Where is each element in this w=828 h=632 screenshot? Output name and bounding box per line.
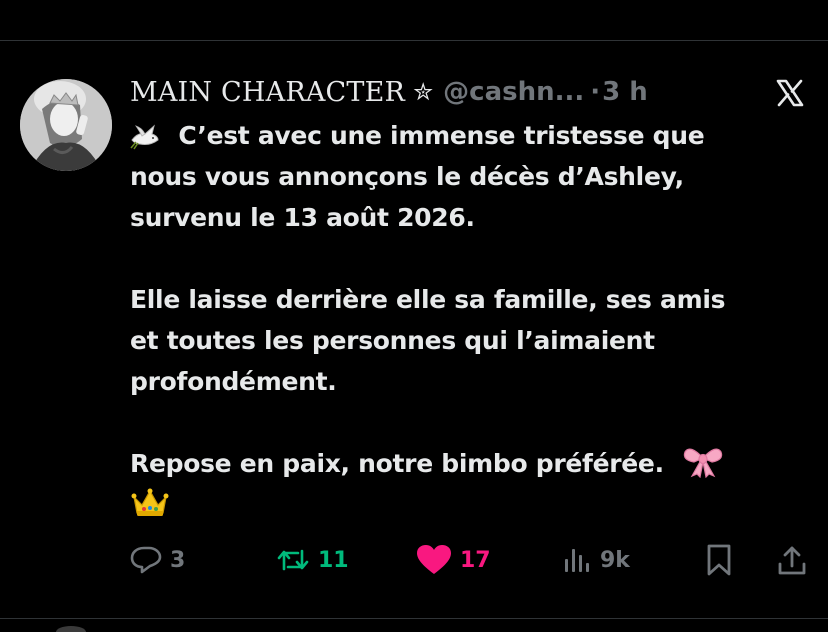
- next-post-avatar-peek: [56, 626, 86, 632]
- separator-dot: ·: [590, 77, 601, 107]
- post-line-1-text: C’est avec une immense tristesse que: [178, 121, 705, 150]
- bookmark-button[interactable]: [704, 540, 734, 580]
- heart-icon: [417, 545, 451, 574]
- author-handle[interactable]: @cashn...: [443, 77, 584, 107]
- repost-count: 11: [318, 547, 349, 573]
- post-text: C’est avec une immense tristesse que nou…: [130, 115, 810, 525]
- post-line-3: survenu le 13 août 2026.: [130, 203, 475, 232]
- repost-button[interactable]: 11: [276, 540, 349, 580]
- reply-count: 3: [170, 547, 186, 573]
- crown-emoji: [130, 487, 170, 531]
- avatar[interactable]: [20, 79, 112, 171]
- like-count: 17: [460, 547, 491, 573]
- action-bar: 3 11 17 9k: [130, 540, 810, 580]
- post-line-5: et toutes les personnes qui l’aimaient: [130, 326, 655, 355]
- share-icon: [778, 546, 806, 575]
- author-display-name[interactable]: MAIN CHARACTER: [130, 77, 405, 108]
- post-line-7: Repose en paix, notre bimbo préférée.: [130, 443, 810, 484]
- post-line-1: C’est avec une immense tristesse que: [130, 115, 810, 156]
- post-header: MAIN CHARACTER ✮ @cashn... · 3 h: [130, 74, 648, 110]
- views-button[interactable]: 9k: [562, 540, 630, 580]
- ribbon-emoji: [682, 444, 724, 490]
- post-timestamp[interactable]: 3 h: [602, 77, 648, 107]
- post-frame: MAIN CHARACTER ✮ @cashn... · 3 h C’est a…: [0, 0, 828, 632]
- views-count: 9k: [600, 547, 630, 573]
- post-line-7-text: Repose en paix, notre bimbo préférée.: [130, 449, 664, 478]
- reply-button[interactable]: 3: [130, 540, 185, 580]
- like-button[interactable]: 17: [416, 540, 491, 580]
- reply-icon: [130, 546, 162, 574]
- top-divider: [0, 40, 828, 41]
- post-line-6: profondément.: [130, 367, 337, 396]
- bottom-divider: [0, 618, 828, 619]
- star-icon: ✮: [413, 78, 434, 106]
- post-line-4: Elle laisse derrière elle sa famille, se…: [130, 285, 726, 314]
- post-line-2: nous vous annonçons le décès d’Ashley,: [130, 162, 684, 191]
- repost-icon: [277, 549, 309, 571]
- post-line-8: [130, 484, 810, 525]
- top-strip: [0, 0, 828, 40]
- bookmark-icon: [707, 544, 731, 576]
- x-logo-icon[interactable]: [775, 78, 805, 108]
- avatar-image: [20, 79, 112, 171]
- views-icon: [565, 549, 589, 572]
- share-button[interactable]: [776, 540, 808, 580]
